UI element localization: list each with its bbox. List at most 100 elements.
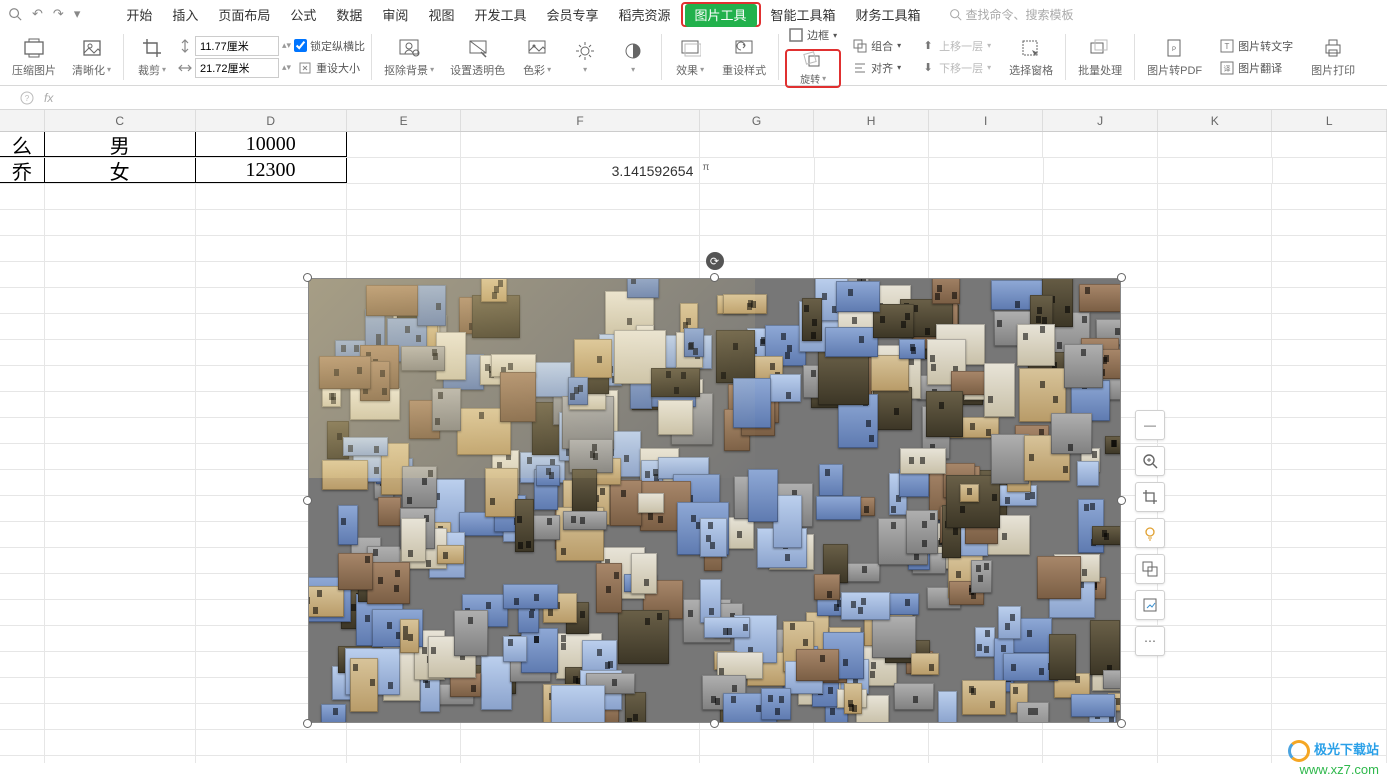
resize-handle-l[interactable] bbox=[303, 496, 312, 505]
cell-e2[interactable] bbox=[347, 158, 461, 183]
name-box-help-icon[interactable]: ? bbox=[20, 91, 34, 105]
cell-empty[interactable] bbox=[1272, 444, 1387, 469]
cell-empty[interactable] bbox=[45, 288, 196, 313]
cell-empty[interactable] bbox=[1272, 652, 1387, 677]
cell-empty[interactable] bbox=[45, 678, 196, 703]
col-header-f[interactable]: F bbox=[461, 110, 699, 131]
tab-finance-toolbox[interactable]: 财务工具箱 bbox=[846, 1, 931, 28]
cell-empty[interactable] bbox=[1272, 418, 1387, 443]
resize-handle-t[interactable] bbox=[710, 273, 719, 282]
float-zoom-button[interactable] bbox=[1135, 446, 1165, 476]
float-crop-button[interactable] bbox=[1135, 482, 1165, 512]
cell-empty[interactable] bbox=[45, 574, 196, 599]
cell-empty[interactable] bbox=[1158, 730, 1273, 755]
cell-empty[interactable] bbox=[1158, 652, 1273, 677]
command-search[interactable]: 查找命令、搜索模板 bbox=[949, 6, 1074, 23]
cell-empty[interactable] bbox=[1158, 574, 1273, 599]
height-input[interactable] bbox=[195, 36, 279, 56]
cell-empty[interactable] bbox=[45, 262, 196, 287]
col-header-i[interactable]: I bbox=[929, 110, 1044, 131]
cell-empty[interactable] bbox=[196, 184, 347, 209]
cell-empty[interactable] bbox=[347, 236, 462, 261]
cell-empty[interactable] bbox=[45, 210, 196, 235]
crop-button[interactable]: 裁剪▾ bbox=[130, 34, 174, 80]
compress-image-button[interactable]: 压缩图片 bbox=[6, 34, 62, 80]
cell-l2[interactable] bbox=[1273, 158, 1387, 183]
cell-empty[interactable] bbox=[461, 730, 699, 755]
cell-empty[interactable] bbox=[0, 444, 45, 469]
float-idea-button[interactable] bbox=[1135, 518, 1165, 548]
cell-a2[interactable]: 乔 bbox=[0, 158, 45, 183]
rotate-handle[interactable]: ⟳ bbox=[706, 252, 724, 270]
cell-empty[interactable] bbox=[0, 288, 45, 313]
cell-empty[interactable] bbox=[1158, 366, 1273, 391]
cell-empty[interactable] bbox=[45, 340, 196, 365]
col-header-g[interactable]: G bbox=[700, 110, 815, 131]
cell-k2[interactable] bbox=[1158, 158, 1272, 183]
cell-empty[interactable] bbox=[1272, 340, 1387, 365]
tab-member[interactable]: 会员专享 bbox=[536, 1, 608, 28]
cell-empty[interactable] bbox=[1043, 210, 1158, 235]
remove-bg-button[interactable]: 抠除背景▾ bbox=[378, 34, 440, 80]
image-print-button[interactable]: 图片打印 bbox=[1305, 34, 1361, 80]
cell-empty[interactable] bbox=[0, 314, 45, 339]
cell-empty[interactable] bbox=[347, 756, 462, 763]
col-header-l[interactable]: L bbox=[1272, 110, 1387, 131]
cell-empty[interactable] bbox=[1272, 548, 1387, 573]
cell-empty[interactable] bbox=[929, 756, 1044, 763]
col-header-c[interactable]: C bbox=[45, 110, 196, 131]
embedded-image[interactable]: ⟳ bbox=[308, 278, 1121, 723]
undo-icon[interactable]: ↶ bbox=[28, 6, 47, 22]
cell-empty[interactable] bbox=[45, 496, 196, 521]
cell-empty[interactable] bbox=[1043, 730, 1158, 755]
cell-empty[interactable] bbox=[929, 210, 1044, 235]
rotate-button[interactable]: 旋转▾ bbox=[788, 51, 838, 86]
cell-empty[interactable] bbox=[1158, 470, 1273, 495]
cell-empty[interactable] bbox=[45, 704, 196, 729]
cell-empty[interactable] bbox=[1158, 626, 1273, 651]
cell-empty[interactable] bbox=[1272, 288, 1387, 313]
cell-j2[interactable] bbox=[1044, 158, 1158, 183]
cell-empty[interactable] bbox=[45, 652, 196, 677]
tab-smart-toolbox[interactable]: 智能工具箱 bbox=[761, 1, 846, 28]
col-header-e[interactable]: E bbox=[347, 110, 462, 131]
cell-empty[interactable] bbox=[1272, 574, 1387, 599]
cell-i1[interactable] bbox=[929, 132, 1044, 157]
find-icon[interactable] bbox=[4, 7, 26, 21]
cell-empty[interactable] bbox=[1158, 288, 1273, 313]
cell-empty[interactable] bbox=[0, 678, 45, 703]
tab-data[interactable]: 数据 bbox=[326, 1, 372, 28]
quick-dropdown-icon[interactable]: ▾ bbox=[70, 6, 85, 22]
cell-g2[interactable] bbox=[700, 158, 814, 183]
cell-empty[interactable] bbox=[929, 184, 1044, 209]
cell-d1[interactable]: 10000 bbox=[196, 132, 347, 157]
resize-handle-bl[interactable] bbox=[303, 719, 312, 728]
cell-empty[interactable] bbox=[929, 236, 1044, 261]
cell-g1[interactable] bbox=[700, 132, 815, 157]
cell-empty[interactable] bbox=[0, 704, 45, 729]
cell-e1[interactable] bbox=[347, 132, 462, 157]
tab-pagelayout[interactable]: 页面布局 bbox=[208, 1, 280, 28]
cell-empty[interactable] bbox=[1272, 470, 1387, 495]
spreadsheet[interactable]: C D E F G H I J K L 么 男 10000 乔 女 12300 bbox=[0, 110, 1387, 763]
cell-empty[interactable] bbox=[1158, 184, 1273, 209]
cell-empty[interactable] bbox=[0, 626, 45, 651]
cell-empty[interactable] bbox=[929, 730, 1044, 755]
cell-empty[interactable] bbox=[45, 522, 196, 547]
cell-empty[interactable] bbox=[814, 184, 929, 209]
cell-empty[interactable] bbox=[1158, 548, 1273, 573]
tab-formula[interactable]: 公式 bbox=[280, 1, 326, 28]
image-translate-button[interactable]: 译图片翻译 bbox=[1216, 58, 1297, 78]
tab-daoke[interactable]: 稻壳资源 bbox=[608, 1, 680, 28]
cell-empty[interactable] bbox=[0, 548, 45, 573]
cell-empty[interactable] bbox=[45, 756, 196, 763]
cell-l1[interactable] bbox=[1272, 132, 1387, 157]
cell-empty[interactable] bbox=[0, 496, 45, 521]
tab-picture-tools[interactable]: 图片工具 bbox=[685, 4, 757, 27]
cell-empty[interactable] bbox=[814, 756, 929, 763]
cell-empty[interactable] bbox=[0, 470, 45, 495]
effects-button[interactable]: 效果▾ bbox=[668, 34, 712, 80]
resize-handle-b[interactable] bbox=[710, 719, 719, 728]
image-to-pdf-button[interactable]: P 图片转PDF bbox=[1141, 34, 1208, 80]
float-replace-button[interactable] bbox=[1135, 554, 1165, 584]
